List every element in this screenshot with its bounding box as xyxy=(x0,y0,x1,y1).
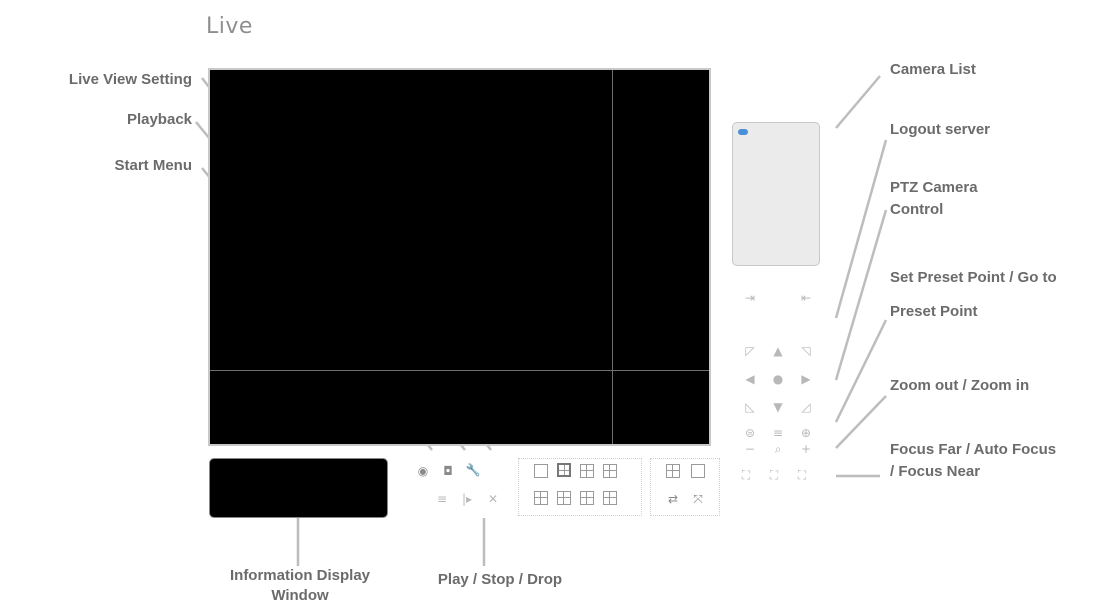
wrench-icon[interactable]: 🔧 xyxy=(465,463,481,479)
ptz-down-left-icon[interactable]: ◺ xyxy=(742,400,758,416)
sequence-button[interactable] xyxy=(666,464,680,478)
ptz-right-icon[interactable]: ▶ xyxy=(798,372,814,388)
layout-1-button[interactable] xyxy=(534,464,548,478)
layout-10-button[interactable] xyxy=(557,491,571,505)
camera-icon[interactable] xyxy=(738,129,748,135)
ptz-up-right-icon[interactable]: ◹ xyxy=(798,344,814,360)
label-camera-list: Camera List xyxy=(890,61,976,78)
layout-13-button[interactable] xyxy=(580,491,594,505)
label-play-stop-drop: Play / Stop / Drop xyxy=(437,571,563,588)
stop-icon[interactable]: |▸ xyxy=(459,492,475,508)
label-logout-server: Logout server xyxy=(890,121,991,138)
view-button-group xyxy=(650,458,720,516)
grid-divider-vertical xyxy=(612,70,613,444)
focus-far-icon[interactable]: ⛶ xyxy=(738,468,754,484)
live-video-grid[interactable] xyxy=(208,68,711,446)
drop-icon[interactable]: ✕ xyxy=(485,492,501,508)
preset-set-icon[interactable]: ⊜ xyxy=(742,426,758,442)
label-preset-point: Preset Point xyxy=(890,303,978,320)
swap-icon[interactable]: ⇄ xyxy=(665,492,681,508)
play-icon[interactable]: ≡ xyxy=(434,492,450,508)
layout-4-button[interactable] xyxy=(557,463,571,477)
grid-divider-horizontal xyxy=(210,370,709,371)
logout-right-icon[interactable]: ⇤ xyxy=(798,291,814,307)
focus-near-icon[interactable]: ⛶ xyxy=(794,468,810,484)
label-focus-line2: / Focus Near xyxy=(890,463,981,480)
label-ptz-line1: PTZ Camera xyxy=(890,179,978,196)
label-zoom: Zoom out / Zoom in xyxy=(890,377,1030,394)
ptz-up-icon[interactable]: ▲ xyxy=(770,344,786,360)
ptz-left-icon[interactable]: ◀ xyxy=(742,372,758,388)
single-view-button[interactable] xyxy=(691,464,705,478)
ptz-center-icon[interactable]: ● xyxy=(770,372,786,388)
layout-16-button[interactable] xyxy=(603,491,617,505)
auto-focus-icon[interactable]: ⛶ xyxy=(766,468,782,484)
zoom-icon: ⌕ xyxy=(774,442,782,456)
layout-8-button[interactable] xyxy=(603,464,617,478)
information-display-window xyxy=(209,458,388,518)
label-start-menu: Start Menu xyxy=(114,157,192,174)
layout-9-button[interactable] xyxy=(534,491,548,505)
preset-list-icon[interactable]: ≡ xyxy=(770,426,786,442)
ptz-down-right-icon[interactable]: ◿ xyxy=(798,400,814,416)
label-ptz-line2: Control xyxy=(890,201,944,218)
label-info-line1: Information Display xyxy=(229,567,371,584)
label-focus-line1: Focus Far / Auto Focus xyxy=(890,441,1057,458)
zoom-out-icon[interactable]: − xyxy=(742,442,758,458)
label-set-preset: Set Preset Point / Go to xyxy=(890,269,1057,286)
camera-list[interactable] xyxy=(732,122,820,266)
fullscreen-icon[interactable]: ⤧ xyxy=(690,492,706,508)
label-playback: Playback xyxy=(126,111,192,128)
layout-6-button[interactable] xyxy=(580,464,594,478)
playback-icon[interactable]: ◘ xyxy=(440,464,456,480)
label-live-view-setting: Live View Setting xyxy=(68,71,192,88)
start-menu-icon[interactable]: ◉ xyxy=(415,464,431,480)
label-info-line2: Window xyxy=(271,587,329,604)
ptz-down-icon[interactable]: ▼ xyxy=(770,400,786,416)
logout-left-icon[interactable]: ⇥ xyxy=(742,291,758,307)
preset-go-icon[interactable]: ⊕ xyxy=(798,426,814,442)
zoom-in-icon[interactable]: + xyxy=(798,442,814,458)
ptz-up-left-icon[interactable]: ◸ xyxy=(742,344,758,360)
